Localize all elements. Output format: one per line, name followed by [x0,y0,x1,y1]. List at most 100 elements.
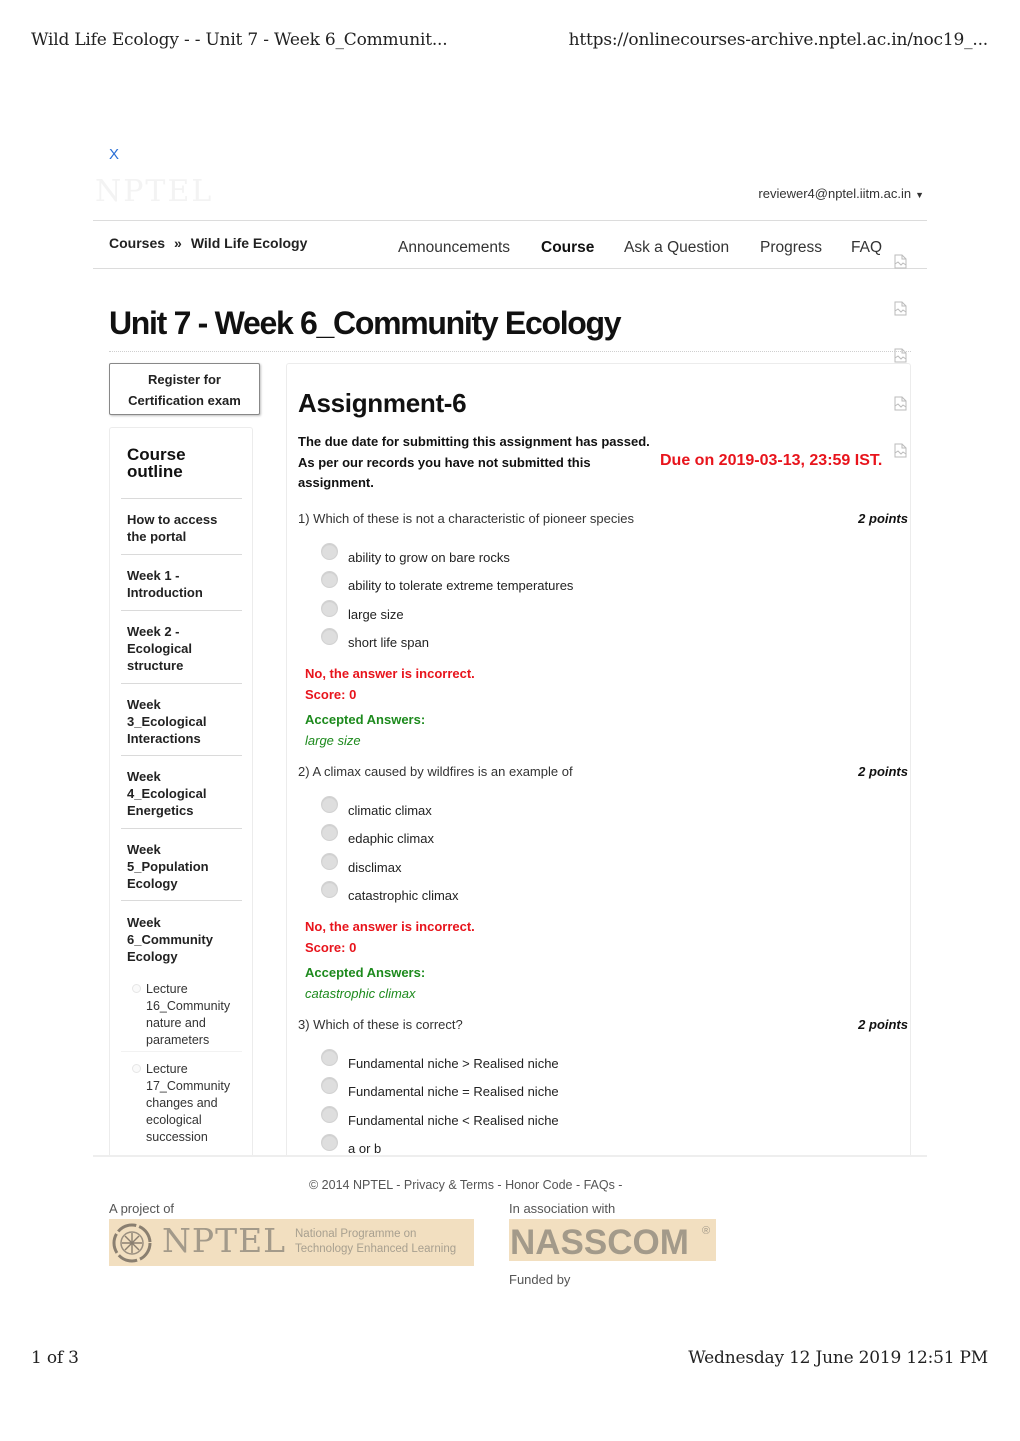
q2-score: Score: 0 [305,940,357,955]
radio-q3-opt4[interactable] [321,1134,338,1151]
nptel-tagline-line2: Technology Enhanced Learning [295,1243,457,1255]
sidebar-divider [121,828,242,829]
option-label: a or b [348,1141,382,1156]
option-label: ability to grow on bare rocks [348,550,510,565]
sidebar-item-week2[interactable]: Week 2 - Ecological structure [127,623,237,674]
option-label: Fundamental niche < Realised niche [348,1113,559,1128]
sidebar-item-week1[interactable]: Week 1 - Introduction [127,567,237,601]
nav-course[interactable]: Course [541,239,594,257]
broken-image-icon [894,254,907,269]
radio-q2-opt2[interactable] [321,824,338,841]
nptel-tagline-line1: National Programme on [295,1228,417,1240]
sidebar-subitem-lecture17[interactable]: Lecture 17_Community changes and ecologi… [146,1061,241,1146]
submission-notice: The due date for submitting this assignm… [298,432,658,494]
nav-progress[interactable]: Progress [760,239,822,257]
close-button[interactable]: X [109,146,119,163]
association-label: In association with [509,1201,616,1216]
nav-divider [93,268,927,269]
chevron-down-icon: ▼ [915,190,924,200]
sidebar-item-week6[interactable]: Week 6_Community Ecology [127,914,237,965]
option-label: disclimax [348,860,402,875]
radio-q2-opt1[interactable] [321,796,338,813]
nasscom-logo-text: NASSCOM [510,1223,689,1262]
q1-score: Score: 0 [305,687,357,702]
lecture-status-icon [132,984,141,993]
notice-line1: The due date for submitting this assignm… [298,434,650,449]
q1-accepted-answer: large size [305,733,361,748]
header-divider [93,220,927,221]
nptel-footer-logo[interactable]: NPTEL National Programme on Technology E… [109,1219,474,1266]
radio-q2-opt3[interactable] [321,853,338,870]
option-label: large size [348,607,404,622]
nav-faq[interactable]: FAQ [851,239,882,257]
due-date: Due on 2019-03-13, 23:59 IST. [660,452,883,469]
page-title: Unit 7 - Week 6_Community Ecology [109,305,622,341]
notice-line2: As per our records you have not submitte… [298,454,591,491]
nasscom-footer-logo[interactable]: NASSCOM ® [509,1219,716,1262]
breadcrumb: Courses » Wild Life Ecology [109,235,307,251]
option-label: climatic climax [348,803,432,818]
question-2-points: 2 points [858,764,908,779]
sidebar-divider [121,900,242,901]
sidebar-divider [121,1051,242,1052]
sidebar-item-week4[interactable]: Week 4_Ecological Energetics [127,768,237,819]
sidebar-item-how-to-access[interactable]: How to access the portal [127,511,237,545]
option-label: edaphic climax [348,831,434,846]
question-3-text: 3) Which of these is correct? [298,1017,463,1032]
radio-q1-opt2[interactable] [321,571,338,588]
sidebar-item-week3[interactable]: Week 3_Ecological Interactions [127,696,237,747]
sidebar-divider [121,755,242,756]
breadcrumb-course[interactable]: Wild Life Ecology [191,235,308,251]
project-of-label: A project of [109,1201,175,1216]
footer-divider [93,1155,927,1157]
breadcrumb-separator: » [174,235,182,251]
footer-links[interactable]: © 2014 NPTEL - Privacy & Terms - Honor C… [309,1178,622,1192]
question-1-points: 2 points [858,511,908,526]
register-line2: Certification exam [128,393,241,408]
nptel-logo-header[interactable]: NPTEL [95,174,213,209]
course-outline-title-line1: Course [127,445,186,464]
sidebar-item-week5[interactable]: Week 5_Population Ecology [127,841,237,892]
nptel-logo-tagline: National Programme on Technology Enhance… [295,1227,456,1257]
print-page-number: 1 of 3 [31,1348,79,1368]
title-divider [109,351,911,352]
radio-q1-opt4[interactable] [321,628,338,645]
course-outline-sidebar: Course outline How to access the portal … [109,427,253,1155]
user-email: reviewer4@nptel.iitm.ac.in [758,186,912,201]
user-menu[interactable]: reviewer4@nptel.iitm.ac.in ▼ [758,186,924,201]
sidebar-divider [121,498,242,499]
q2-accepted-label: Accepted Answers: [305,965,426,980]
sidebar-divider [121,683,242,684]
nptel-emblem-icon [112,1223,152,1263]
radio-q1-opt3[interactable] [321,600,338,617]
sidebar-divider [121,610,242,611]
radio-q3-opt2[interactable] [321,1077,338,1094]
register-certification-button[interactable]: Register for Certification exam [109,363,260,415]
register-line1: Register for [148,372,221,387]
lecture-status-icon [132,1064,141,1073]
q2-accepted-answer: catastrophic climax [305,986,416,1001]
nav-announcements[interactable]: Announcements [398,239,510,257]
breadcrumb-courses[interactable]: Courses [109,235,165,251]
option-label: Fundamental niche > Realised niche [348,1056,559,1071]
question-1-text: 1) Which of these is not a characteristi… [298,511,634,526]
radio-q2-opt4[interactable] [321,881,338,898]
option-label: ability to tolerate extreme temperatures [348,578,574,593]
sidebar-divider [121,554,242,555]
q1-accepted-label: Accepted Answers: [305,712,426,727]
nav-ask-question[interactable]: Ask a Question [624,239,729,257]
course-outline-title-line2: outline [127,462,183,481]
nptel-logo-text: NPTEL [162,1221,287,1260]
radio-q3-opt1[interactable] [321,1049,338,1066]
radio-q1-opt1[interactable] [321,543,338,560]
radio-q3-opt3[interactable] [321,1106,338,1123]
print-header-url: https://onlinecourses-archive.nptel.ac.i… [568,30,989,50]
assignment-title: Assignment-6 [298,388,467,418]
course-outline-title: Course outline [127,446,186,480]
registered-mark-icon: ® [702,1225,711,1237]
funded-by-label: Funded by [509,1272,571,1287]
broken-image-icon [894,301,907,316]
option-label: Fundamental niche = Realised niche [348,1084,559,1099]
sidebar-subitem-lecture16[interactable]: Lecture 16_Community nature and paramete… [146,981,241,1049]
print-datetime: Wednesday 12 June 2019 12:51 PM [688,1348,988,1368]
